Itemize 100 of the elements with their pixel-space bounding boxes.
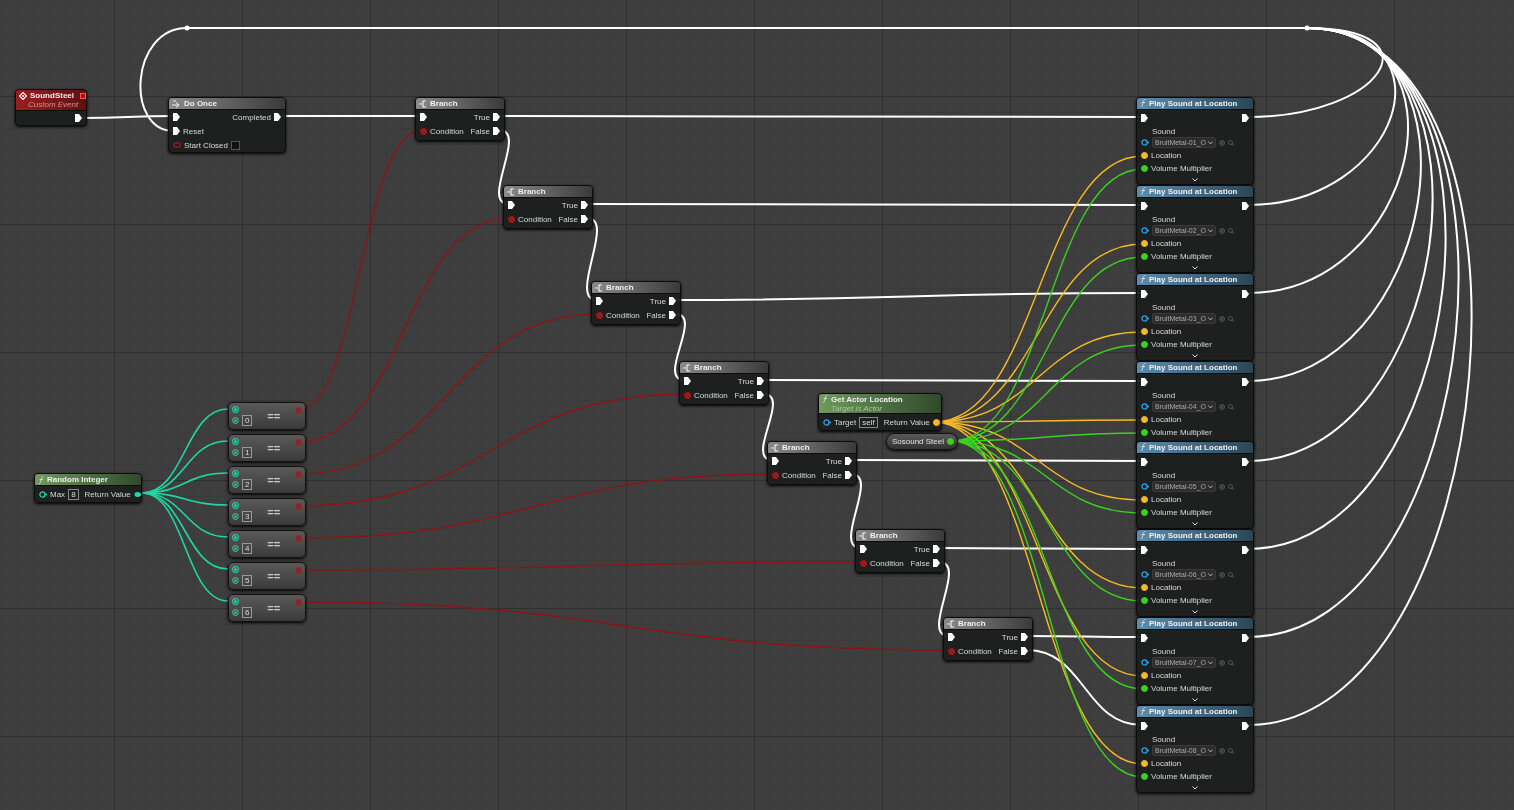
pin-label: False [998, 646, 1018, 656]
compare-node[interactable]: 5 == [228, 562, 306, 590]
pin-label: True [737, 376, 754, 386]
exec-pin-icon [1141, 721, 1148, 730]
reroute-node[interactable] [1304, 25, 1310, 31]
event-icon [19, 91, 27, 100]
exec-pin-icon [1021, 647, 1028, 655]
reroute-node[interactable] [184, 25, 190, 31]
chevron-down-icon [1192, 521, 1198, 526]
exec-pin-icon [75, 114, 82, 123]
pin-label: Condition [782, 470, 816, 480]
data-pin-icon [1141, 659, 1149, 667]
data-pin-icon [684, 391, 691, 399]
compare-node[interactable]: 6 == [228, 594, 306, 622]
search-icon [1227, 139, 1234, 146]
exec-pin-icon [757, 377, 764, 385]
number-field[interactable]: 3 [242, 511, 253, 522]
caret-icon [1207, 404, 1213, 409]
exec-pin-icon [420, 113, 427, 121]
exec-pin-icon [508, 201, 515, 209]
exec-pin-icon [1242, 289, 1249, 298]
node-title: Random Integer [47, 475, 108, 484]
data-pin-icon [596, 311, 603, 319]
branch-node[interactable]: Branch True Condition False [503, 185, 593, 229]
node-title: SoundSteel [30, 91, 74, 101]
exec-pin-icon [1242, 545, 1249, 554]
pin-label: True [1001, 632, 1018, 642]
function-icon [1140, 707, 1146, 716]
exec-pin-icon [1141, 457, 1148, 466]
node-title: Branch [782, 443, 810, 452]
number-field[interactable]: 2 [242, 479, 253, 490]
variable-node[interactable]: Sosound Steel [886, 433, 958, 450]
event-node[interactable]: SoundSteel Custom Event [15, 89, 87, 126]
exec-pin-icon [1141, 545, 1148, 554]
data-pin-icon [1141, 672, 1148, 680]
data-pin-icon [1141, 152, 1148, 160]
wire [762, 393, 774, 461]
data-pin-icon [1141, 571, 1149, 579]
pin-label: Condition [430, 126, 464, 136]
do-once-node[interactable]: Do Once Completed Reset Start Closed [168, 97, 286, 153]
number-field[interactable]: 4 [242, 543, 253, 554]
function-icon [1140, 99, 1146, 108]
compare-node[interactable]: 2 == [228, 466, 306, 494]
compare-node[interactable]: 0 == [228, 402, 306, 430]
exec-pin-icon [757, 391, 764, 399]
search-icon [1227, 659, 1234, 666]
data-pin-icon [39, 490, 47, 498]
data-pin-icon [1141, 403, 1149, 411]
number-field[interactable]: 8 [68, 488, 79, 500]
pin-label: Location [1151, 759, 1182, 769]
add-icon [1218, 139, 1225, 146]
node-subtitle: Target is Actor [830, 403, 883, 413]
compare-node[interactable]: 3 == [228, 498, 306, 526]
data-pin-icon [1141, 685, 1148, 693]
chevron-down-icon [1192, 697, 1198, 702]
number-field[interactable]: 6 [242, 607, 253, 618]
caret-icon [1207, 316, 1213, 321]
pin-label: Volume Multiplier [1151, 164, 1212, 174]
branch-node[interactable]: Branch True Condition False [679, 361, 769, 405]
branch-icon [947, 619, 955, 628]
branch-node[interactable]: Branch True Condition False [767, 441, 857, 485]
data-pin-icon [232, 534, 239, 541]
get-actor-location-node[interactable]: Get Actor Location Target is Actor Target self Return Value [818, 393, 942, 431]
data-pin-icon [420, 127, 427, 135]
number-field[interactable]: 5 [242, 575, 253, 586]
data-pin-icon [295, 439, 302, 446]
branch-node[interactable]: Branch True Condition False [855, 529, 945, 573]
exec-pin-icon [933, 559, 940, 567]
data-pin-icon [295, 471, 302, 478]
branch-node[interactable]: Branch True Condition False [943, 617, 1033, 661]
pin-label: Completed [232, 112, 271, 122]
target-field[interactable]: self [859, 416, 878, 428]
node-title: Play Sound at Location [1149, 186, 1238, 196]
random-integer-node[interactable]: Random Integer Max 8 Return Value [34, 473, 142, 503]
checkbox[interactable] [231, 140, 241, 150]
exec-pin-icon [581, 215, 588, 223]
data-pin-icon [295, 535, 302, 542]
search-icon [1227, 315, 1234, 322]
compare-node[interactable]: 1 == [228, 434, 306, 462]
wire [674, 313, 686, 381]
exec-pin-icon [860, 545, 867, 553]
pin-label: Volume Multiplier [1151, 684, 1212, 694]
branch-node[interactable]: Branch True Condition False [591, 281, 681, 325]
data-pin-icon [232, 481, 239, 488]
number-field[interactable]: 0 [242, 415, 253, 426]
pin-label: Max [50, 489, 66, 499]
add-icon [1218, 483, 1225, 490]
pin-label: Volume Multiplier [1151, 252, 1212, 262]
data-pin-icon [232, 502, 239, 509]
data-pin-icon [1141, 165, 1148, 173]
pin-label: Location [1151, 239, 1182, 249]
exec-pin-icon [772, 457, 779, 465]
pin-label: Sound [1151, 214, 1176, 224]
pin-label: Volume Multiplier [1151, 596, 1212, 606]
chevron-down-icon [1192, 785, 1198, 790]
number-field[interactable]: 1 [242, 447, 253, 458]
pin-label: Volume Multiplier [1151, 428, 1212, 438]
compare-node[interactable]: 4 == [228, 530, 306, 558]
exec-pin-icon [1242, 377, 1249, 386]
branch-node[interactable]: Branch True Condition False [415, 97, 505, 141]
